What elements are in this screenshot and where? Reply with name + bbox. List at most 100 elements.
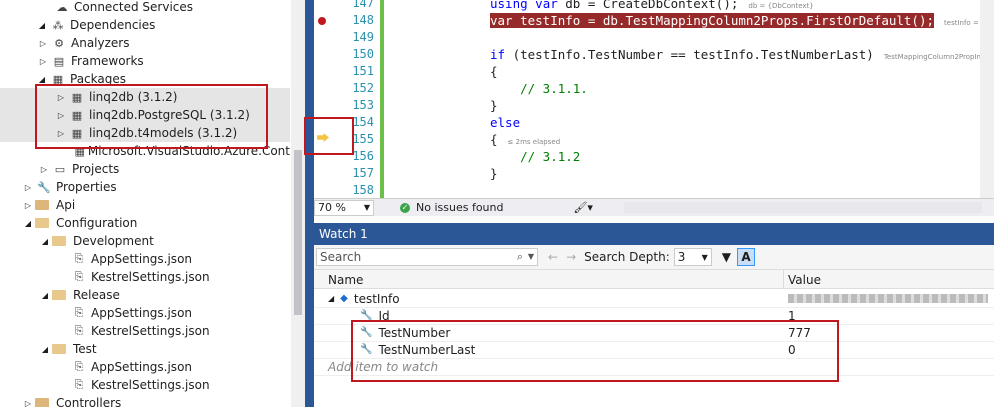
code-line[interactable]: } <box>490 98 508 113</box>
code-text: if (testInfo.TestNumber == testInfo.Test… <box>490 47 874 62</box>
tree-item[interactable]: ▷ ▦ linq2db (3.1.2) <box>0 88 290 106</box>
tree-item[interactable]: ▦ Microsoft.VisualStudio.Azure.Cont <box>0 142 291 160</box>
watch-header: Name Value <box>314 269 994 289</box>
tree-item[interactable]: ◢ Development <box>0 232 290 250</box>
collapsed-arrow-icon[interactable]: ▷ <box>54 111 68 120</box>
collapsed-arrow-icon[interactable]: ▷ <box>21 399 35 407</box>
tree-item[interactable]: ⎘ KestrelSettings.json <box>0 322 290 340</box>
collapsed-arrow-icon[interactable]: ▷ <box>21 183 35 192</box>
collapsed-arrow-icon[interactable]: ▷ <box>54 129 68 138</box>
code-text: } <box>490 166 498 181</box>
analyzers-icon: ⚙ <box>54 36 64 50</box>
editor-status-bar: 70 % ▼ ✓ No issues found 🖌▾ <box>314 198 994 216</box>
dependencies-icon: ⁂ <box>52 18 64 32</box>
expanded-arrow-icon[interactable]: ◢ <box>38 345 52 354</box>
code-editor[interactable]: 147 using var db = CreateDbContext(); db =… <box>314 0 994 198</box>
code-line[interactable]: var testInfo = db.TestMappingColumn2Prop… <box>490 13 994 28</box>
search-input[interactable]: Search ⌕ ▼ <box>316 248 538 266</box>
tree-item-label: Properties <box>56 180 117 194</box>
code-line[interactable]: {≤ 2ms elapsed <box>490 132 560 147</box>
code-cleanup-icon[interactable]: 🖌▾ <box>573 201 593 214</box>
font-toggle-button[interactable]: A <box>737 248 755 266</box>
tree-item[interactable]: ⎘ AppSettings.json <box>0 304 290 322</box>
json-file-icon: ⎘ <box>74 306 84 319</box>
folder-icon <box>52 236 66 246</box>
tree-item[interactable]: ⎘ AppSettings.json <box>0 250 290 268</box>
code-line[interactable] <box>490 30 500 45</box>
expanded-arrow-icon[interactable]: ◢ <box>328 294 334 303</box>
search-depth-label: Search Depth: <box>584 250 670 264</box>
tree-item[interactable]: ◢ Release <box>0 286 290 304</box>
watch-name: TestNumberLast <box>378 342 476 357</box>
watch-row[interactable]: ◢ ◆ testInfo <box>314 290 994 307</box>
search-forward-icon[interactable]: → <box>566 250 576 264</box>
tree-item[interactable]: ▷ 🔧 Properties <box>0 178 290 196</box>
tree-item[interactable]: ▷ ⚙ Analyzers <box>0 34 290 52</box>
line-number: 158 <box>352 183 374 197</box>
collapsed-arrow-icon[interactable]: ▷ <box>36 39 50 48</box>
tree-item[interactable]: ◢ ⁂ Dependencies <box>0 16 290 34</box>
code-line[interactable]: else <box>490 115 530 130</box>
tree-item[interactable]: ▷ Api <box>0 196 290 214</box>
filter-icon[interactable]: ▼ <box>722 250 731 264</box>
code-text: { <box>490 64 498 79</box>
code-line[interactable]: // 3.1.1. <box>490 81 598 96</box>
add-watch-item[interactable]: Add item to watch <box>314 358 994 375</box>
tree-item[interactable]: ▷ ▤ Frameworks <box>0 52 290 70</box>
tree-item[interactable]: ⎘ KestrelSettings.json <box>0 376 290 394</box>
expanded-arrow-icon[interactable]: ◢ <box>38 291 52 300</box>
tree-item[interactable]: ⎘ KestrelSettings.json <box>0 268 290 286</box>
tree-item[interactable]: ◢ Test <box>0 340 290 358</box>
collapsed-arrow-icon[interactable]: ▷ <box>21 201 35 210</box>
expanded-arrow-icon[interactable]: ◢ <box>35 21 49 30</box>
packages-icon: ▦ <box>52 72 64 86</box>
watch-row[interactable]: 🔧 TestNumberLast 0 <box>314 341 994 358</box>
breakpoint-icon[interactable] <box>318 17 326 25</box>
watch-row[interactable]: 🔧 TestNumber 777 <box>314 324 994 341</box>
watch-title[interactable]: Watch 1 <box>314 223 994 245</box>
search-depth-select[interactable]: 3 ▼ <box>673 248 712 266</box>
issues-status[interactable]: No issues found <box>416 201 503 214</box>
search-icon[interactable]: ⌕ <box>517 249 523 265</box>
scrollbar-thumb[interactable] <box>294 150 302 315</box>
watch-row[interactable]: 🔧 Id 1 <box>314 307 994 324</box>
tree-item[interactable]: ▷ ▦ linq2db.PostgreSQL (3.1.2) <box>0 106 290 124</box>
expanded-arrow-icon[interactable]: ◢ <box>21 219 35 228</box>
zoom-dropdown[interactable]: 70 % ▼ <box>314 199 374 216</box>
zoom-level: 70 % <box>318 201 346 214</box>
horizontal-scrollbar[interactable] <box>624 202 982 213</box>
expanded-arrow-icon[interactable]: ◢ <box>35 75 49 84</box>
tree-item[interactable]: ▷ ▭ Projects <box>0 160 290 178</box>
code-line[interactable]: if (testInfo.TestNumber == testInfo.Test… <box>490 47 994 62</box>
col-value-header[interactable]: Value <box>784 270 821 288</box>
folder-icon <box>52 290 66 300</box>
code-line[interactable] <box>490 183 500 198</box>
tree-item[interactable]: ◢ ▦ Packages <box>0 70 290 88</box>
wrench-icon: 🔧 <box>360 310 373 321</box>
code-text: { <box>490 132 498 147</box>
tree-item-label: linq2db.PostgreSQL (3.1.2) <box>89 108 250 122</box>
tree-item[interactable]: ▷ ▦ linq2db.t4models (3.1.2) <box>0 124 290 142</box>
projects-icon: ▭ <box>54 162 66 176</box>
search-dropdown-icon[interactable]: ▼ <box>528 249 534 265</box>
editor-scrollbar[interactable] <box>980 0 994 198</box>
code-text: // 3.1.1. <box>490 81 588 96</box>
tree-item[interactable]: ☁ Connected Services <box>0 0 290 16</box>
collapsed-arrow-icon[interactable]: ▷ <box>36 57 50 66</box>
col-name-header[interactable]: Name <box>314 270 784 288</box>
folder-icon <box>35 398 49 407</box>
tree-item-label: Controllers <box>56 396 122 407</box>
collapsed-arrow-icon[interactable]: ▷ <box>37 165 51 174</box>
json-file-icon: ⎘ <box>74 252 84 265</box>
code-line[interactable]: // 3.1.2 <box>490 149 590 164</box>
code-line[interactable]: using var db = CreateDbContext(); db = {D… <box>490 0 814 11</box>
expanded-arrow-icon[interactable]: ◢ <box>38 237 52 246</box>
tree-item[interactable]: ⎘ AppSettings.json <box>0 358 290 376</box>
collapsed-arrow-icon[interactable]: ▷ <box>54 93 68 102</box>
tree-item[interactable]: ▷ Controllers <box>0 394 290 407</box>
search-back-icon[interactable]: ← <box>548 250 558 264</box>
code-line[interactable]: } <box>490 166 508 181</box>
code-line[interactable]: { <box>490 64 508 79</box>
tree-item[interactable]: ◢ Configuration <box>0 214 290 232</box>
splitter[interactable] <box>305 0 314 407</box>
